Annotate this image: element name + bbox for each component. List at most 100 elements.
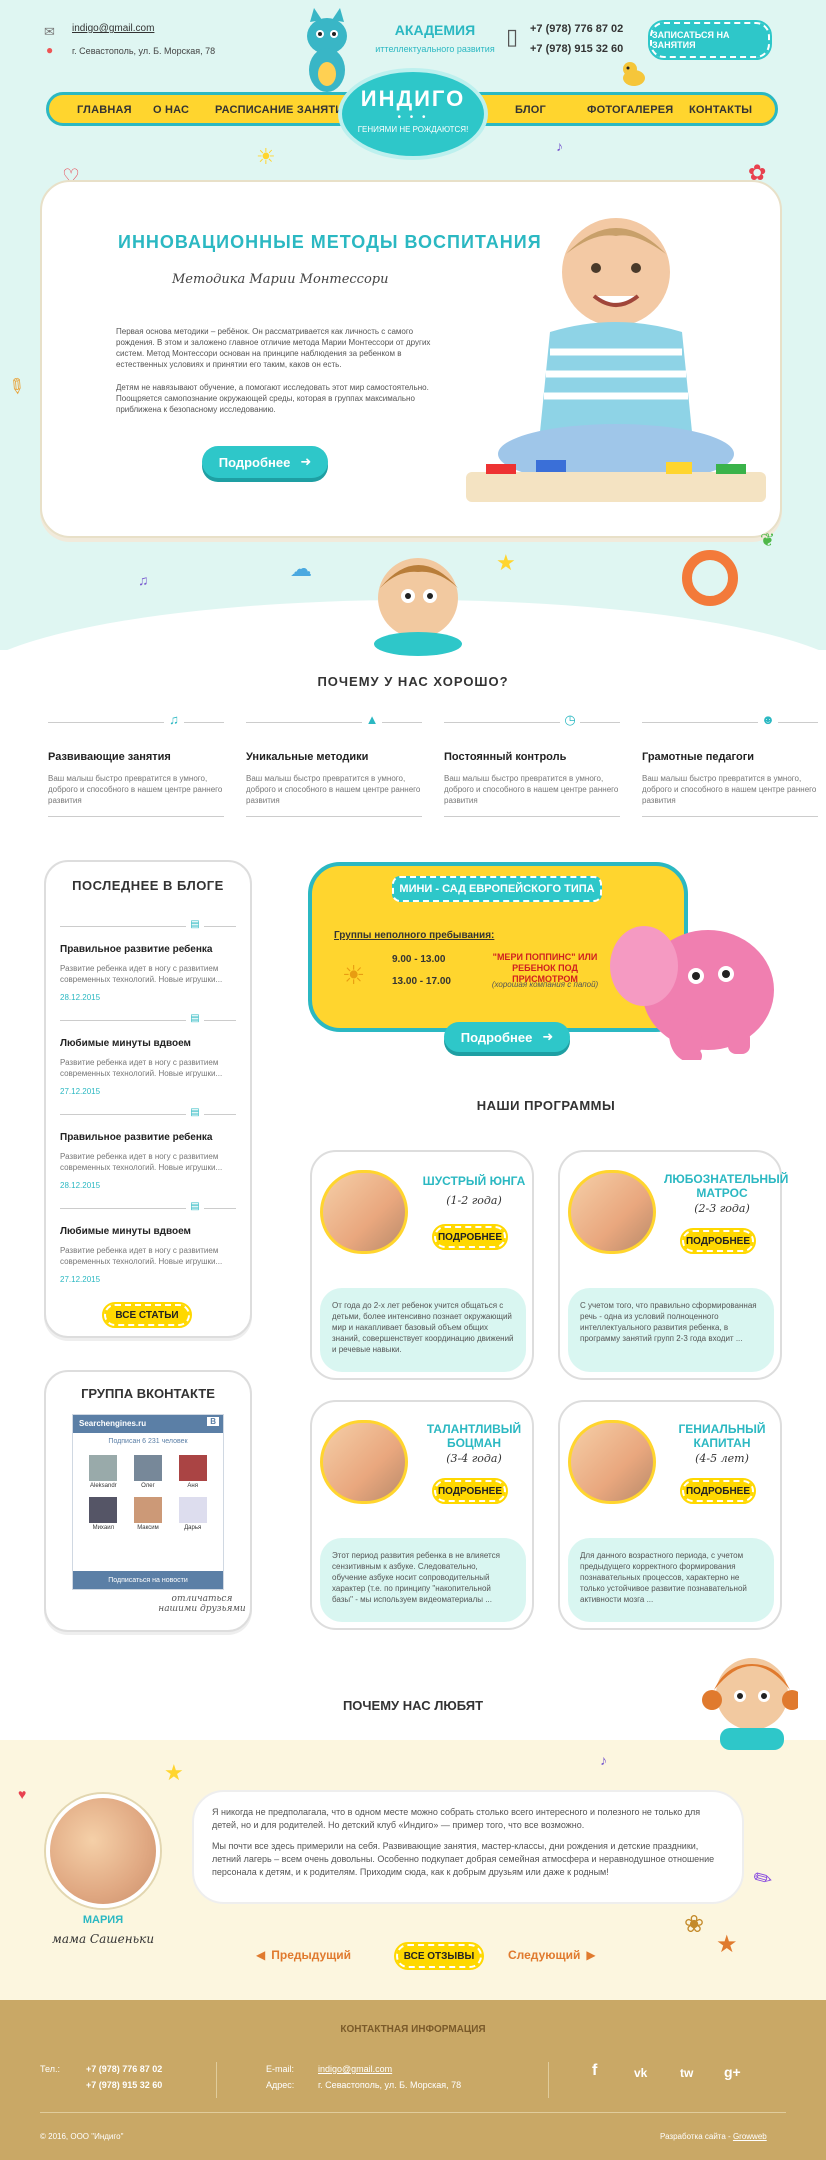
star-toy-icon: ★ (716, 1931, 738, 1958)
footer-divider (548, 2062, 549, 2098)
nav-schedule[interactable]: РАСПИСАНИЕ ЗАНЯТИЙ (215, 104, 351, 116)
program-description: Этот период развития ребенка в не влияет… (320, 1538, 526, 1622)
vk-group-name[interactable]: Searchengines.ru B (73, 1415, 223, 1433)
mini-more-label: Подробнее (460, 1029, 533, 1045)
star-doodle-icon: ★ (164, 1760, 184, 1785)
hero-child-photo (466, 202, 766, 522)
developer-link[interactable]: Growweb (733, 2132, 767, 2141)
program-card: ЛЮБОЗНАТЕЛЬНЫЙ МАТРОС (2-3 года) ПОДРОБН… (558, 1150, 789, 1380)
google-plus-icon[interactable]: g+ (724, 2064, 741, 2080)
music-note-doodle-icon: ♪ (600, 1752, 607, 1768)
site-logo[interactable]: ИНДИГО • • • ГЕНИЯМИ НЕ РОЖДАЮТСЯ! (338, 68, 488, 160)
program-name: ШУСТРЫЙ ЮНГА (422, 1174, 526, 1188)
phone-icon: ▯ (506, 24, 519, 49)
program-more-button[interactable]: ПОДРОБНЕЕ (432, 1224, 508, 1250)
footer-tel-label: Тел.: (40, 2064, 60, 2074)
blog-post-title[interactable]: Правильное развитие ребенка (60, 944, 236, 955)
feature-text: Ваш малыш быстро превратится в умного, д… (444, 774, 619, 805)
header-email-link[interactable]: indigo@gmail.com (72, 23, 154, 34)
boy-mascot-icon (368, 548, 478, 656)
vk-member[interactable]: Михаил (81, 1497, 126, 1531)
vk-member[interactable]: Максим (126, 1497, 171, 1531)
vk-subscribe-button[interactable]: Подписаться на новости (73, 1571, 223, 1589)
blog-post-date: 28.12.2015 (60, 1181, 101, 1190)
mini-garden-title: МИНИ - САД ЕВРОПЕЙСКОГО ТИПА (392, 876, 602, 902)
blog-post-date: 27.12.2015 (60, 1087, 101, 1096)
why-title: ПОЧЕМУ У НАС ХОРОШО? (317, 674, 509, 689)
prev-review-button[interactable]: ◀ Предыдущий (256, 1948, 351, 1962)
signup-button[interactable]: ЗАПИСАТЬСЯ НА ЗАНЯТИЯ (648, 20, 772, 60)
arrow-right-icon: ➜ (542, 1029, 554, 1044)
music-notes-icon: ♫ (164, 712, 184, 732)
vk-member[interactable]: Олег (126, 1455, 171, 1489)
program-photo (568, 1170, 656, 1254)
hero-paragraph-2: Детям не навязывают обучение, а помогают… (116, 383, 429, 414)
footer: КОНТАКТНАЯ ИНФОРМАЦИЯ Тел.: +7 (978) 776… (0, 2000, 826, 2160)
lifebuoy-icon (682, 550, 738, 606)
footer-email-link[interactable]: indigo@gmail.com (318, 2064, 392, 2074)
nav-contacts[interactable]: КОНТАКТЫ (689, 104, 752, 116)
blog-post-title[interactable]: Правильное развитие ребенка (60, 1132, 236, 1143)
program-name: ЛЮБОЗНАТЕЛЬНЫЙ МАТРОС (664, 1172, 789, 1200)
footer-phone-2: +7 (978) 915 32 60 (86, 2080, 163, 2090)
blog-post-excerpt: Развитие ребенка идет в ногу с развитием… (60, 1058, 223, 1078)
academy-title: АКАДЕМИЯ (394, 22, 476, 38)
next-review-button[interactable]: Следующий ▶ (508, 1948, 596, 1962)
vk-member[interactable]: Дарья (170, 1497, 215, 1531)
star-doodle-icon: ★ (496, 550, 516, 575)
blog-post[interactable]: ▤ Правильное развитие ребенка Развитие реб… (60, 919, 236, 1002)
blog-post[interactable]: ▤ Любимые минуты вдвоем Развитие ребенка и… (60, 1201, 236, 1284)
all-reviews-button[interactable]: ВСЕ ОТЗЫВЫ (394, 1942, 484, 1970)
pink-elephant-icon (598, 900, 784, 1064)
blog-post-title[interactable]: Любимые минуты вдвоем (60, 1226, 236, 1237)
graduation-cap-icon: ▲ (362, 712, 382, 732)
nav-home[interactable]: ГЛАВНАЯ (77, 104, 132, 116)
footer-divider (216, 2062, 217, 2098)
feature-card: ☻ Грамотные педагоги Ваш малыш быстро прев… (642, 712, 818, 817)
blog-post[interactable]: ▤ Любимые минуты вдвоем Развитие ребенка и… (60, 1013, 236, 1096)
mini-time-2: 13.00 - 17.00 (392, 976, 451, 987)
feature-text: Ваш малыш быстро превратится в умного, д… (246, 774, 421, 805)
arrow-left-icon: ◀ (256, 1948, 266, 1962)
footer-title: КОНТАКТНАЯ ИНФОРМАЦИЯ (340, 2024, 486, 2035)
vk-icon[interactable]: vk (634, 2066, 647, 2080)
blog-widget: ПОСЛЕДНЕЕ В БЛОГЕ ▤ Правильное развитие р… (44, 860, 252, 1338)
hero-more-button[interactable]: Подробнее ➜ (202, 446, 328, 478)
vk-member[interactable]: Аня (170, 1455, 215, 1489)
vk-member[interactable]: Aleksandr (81, 1455, 126, 1489)
nav-gallery[interactable]: ФОТОГАЛЕРЕЯ (587, 104, 673, 116)
book-icon: ▤ (186, 1201, 204, 1215)
header-phone-1: +7 (978) 776 87 02 (530, 23, 624, 35)
blog-post-title[interactable]: Любимые минуты вдвоем (60, 1038, 236, 1049)
program-more-button[interactable]: ПОДРОБНЕЕ (680, 1478, 756, 1504)
program-age: (2-3 года) (694, 1202, 750, 1215)
all-articles-button[interactable]: ВСЕ СТАТЬИ (102, 1302, 192, 1328)
feature-card: ▲ Уникальные методики Ваш малыш быстро пре… (246, 712, 422, 817)
leaf-doodle-icon: ❦ (760, 530, 776, 550)
vk-members-grid: Aleksandr Олег Аня Михаил Максим Дарья (73, 1445, 223, 1531)
facebook-icon[interactable]: f (592, 2062, 597, 2080)
blog-post[interactable]: ▤ Правильное развитие ребенка Развитие реб… (60, 1107, 236, 1190)
blog-post-excerpt: Развитие ребенка идет в ногу с развитием… (60, 1152, 223, 1172)
mini-more-button[interactable]: Подробнее ➜ (444, 1022, 570, 1052)
program-name: ТАЛАНТЛИВЫЙ БОЦМАН (426, 1422, 522, 1450)
nav-about[interactable]: О НАС (153, 104, 189, 116)
blog-post-excerpt: Развитие ребенка идет в ногу с развитием… (60, 964, 223, 984)
sun-doodle-icon: ☀ (342, 960, 366, 990)
mini-groups-label: Группы неполного пребывания: (334, 930, 495, 941)
arrow-right-icon: ➜ (300, 454, 312, 469)
hero-subtitle: Методика Марии Монтессори (172, 272, 389, 287)
cat-toy-icon (298, 8, 356, 96)
program-photo (568, 1420, 656, 1504)
program-more-button[interactable]: ПОДРОБНЕЕ (680, 1228, 756, 1254)
twitter-icon[interactable]: tw (680, 2066, 693, 2080)
program-more-button[interactable]: ПОДРОБНЕЕ (432, 1478, 508, 1504)
logo-title: ИНДИГО (360, 86, 466, 111)
feature-title: Грамотные педагоги (642, 751, 755, 763)
footer-phone-1: +7 (978) 776 87 02 (86, 2064, 163, 2074)
hero-paragraph-1: Первая основа методики – ребёнок. Он рас… (116, 327, 431, 369)
heart-doodle-icon: ♥ (18, 1786, 27, 1802)
review-paragraph-1: Я никогда не предполагала, что в одном м… (212, 1807, 701, 1830)
nav-blog[interactable]: БЛОГ (515, 104, 546, 116)
feature-card: ◷ Постоянный контроль Ваш малыш быстро пре… (444, 712, 620, 817)
